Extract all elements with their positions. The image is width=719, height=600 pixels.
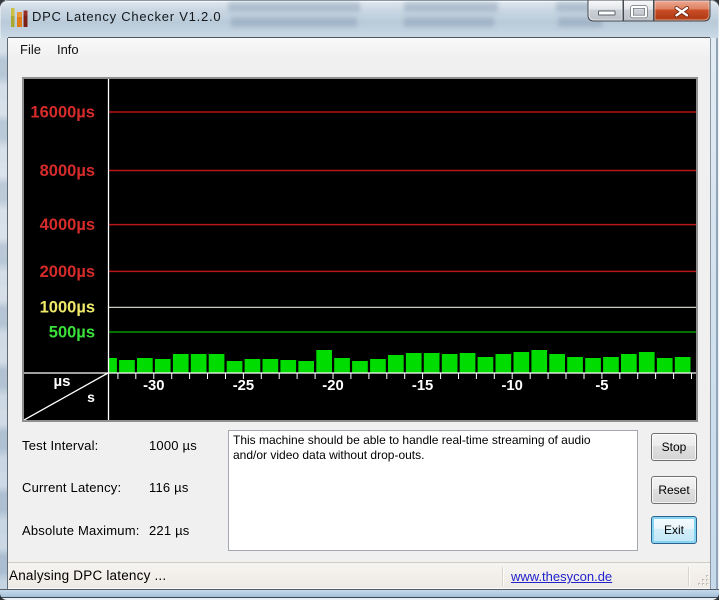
- svg-text:16000µs: 16000µs: [30, 104, 95, 122]
- svg-text:2000µs: 2000µs: [40, 263, 95, 281]
- svg-text:-30: -30: [143, 378, 164, 394]
- svg-text:-15: -15: [412, 378, 433, 394]
- svg-text:4000µs: 4000µs: [40, 216, 95, 234]
- svg-text:µs: µs: [54, 373, 71, 390]
- svg-text:s: s: [87, 389, 95, 405]
- svg-text:-10: -10: [502, 378, 523, 394]
- svg-text:500µs: 500µs: [49, 324, 95, 342]
- svg-text:-5: -5: [595, 378, 608, 394]
- svg-text:8000µs: 8000µs: [40, 162, 95, 180]
- svg-text:-25: -25: [233, 378, 254, 394]
- svg-text:-20: -20: [322, 378, 343, 394]
- svg-text:1000µs: 1000µs: [40, 299, 95, 317]
